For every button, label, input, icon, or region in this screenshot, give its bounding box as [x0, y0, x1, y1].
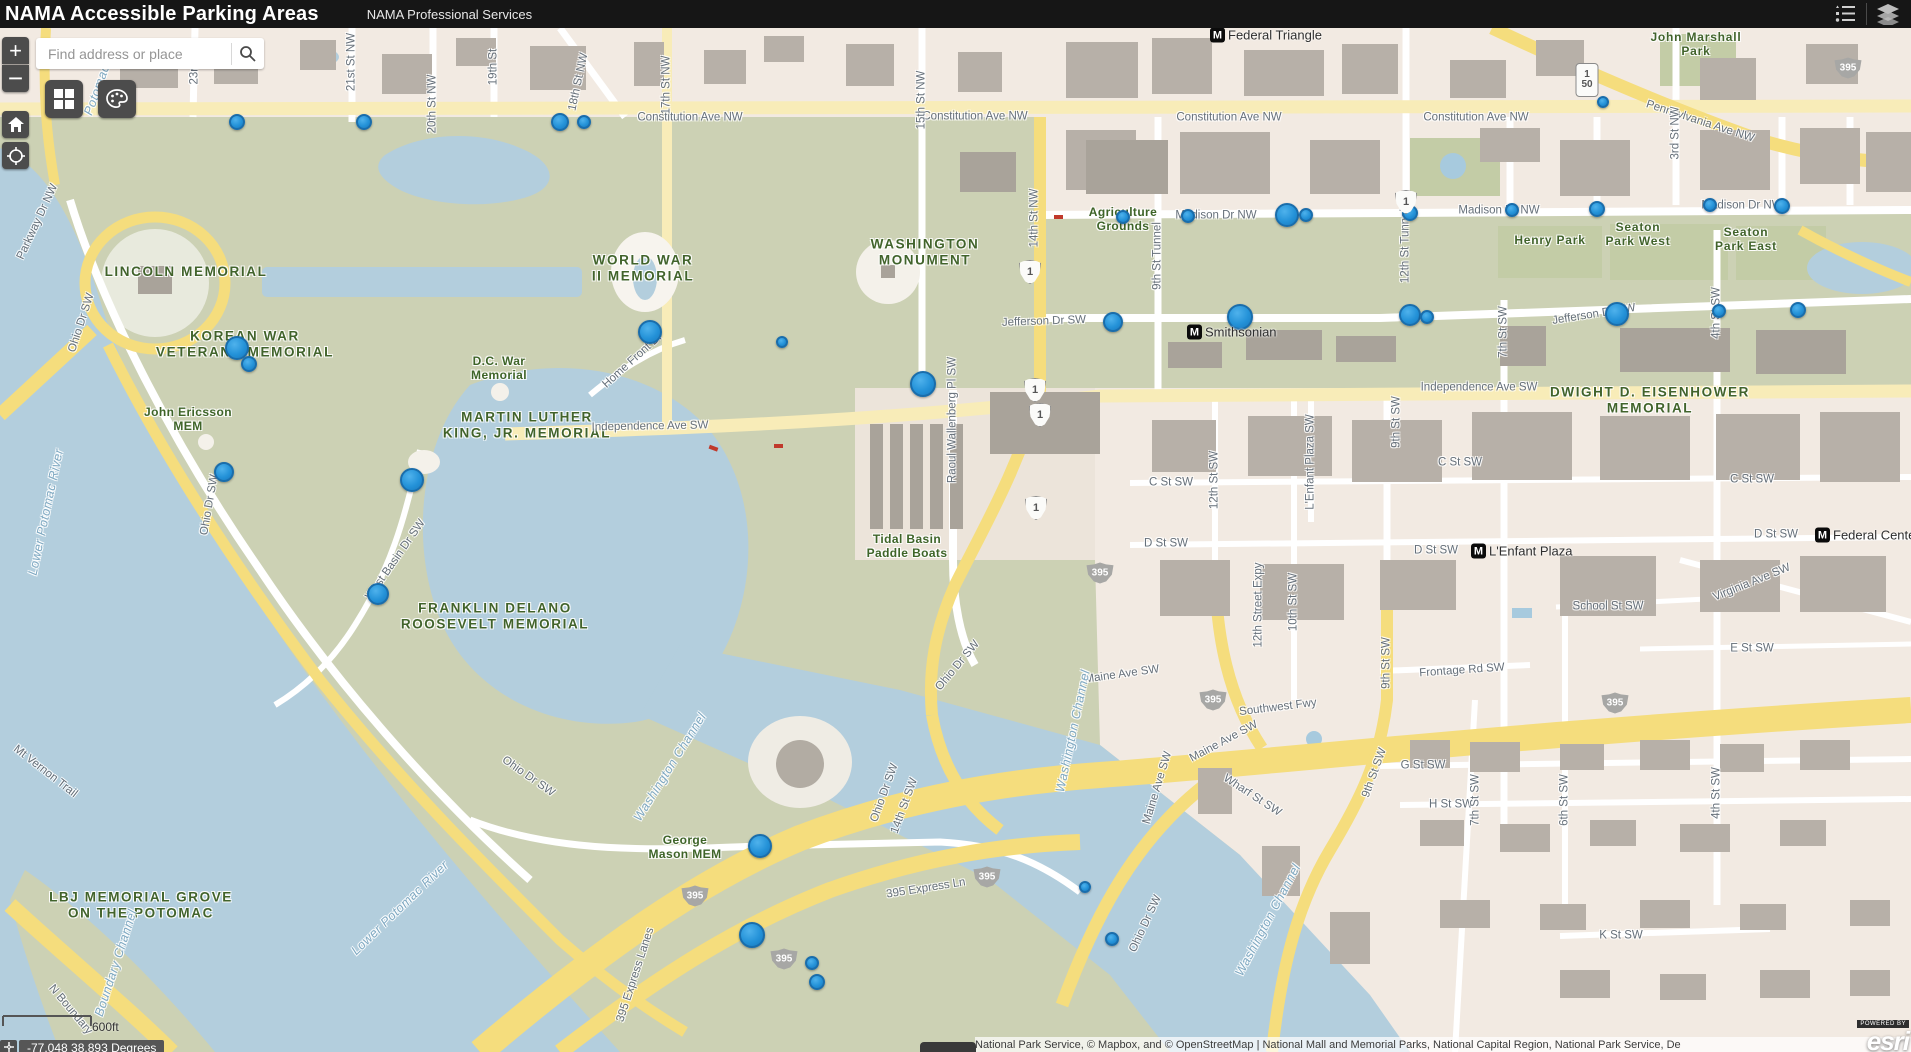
legend-icon	[1834, 4, 1856, 24]
search-box	[36, 38, 264, 69]
coordinates-readout: -77.048 38.893 Degrees	[19, 1040, 164, 1052]
palette-icon	[106, 89, 128, 109]
metro-station[interactable]: MFederal Center	[1815, 528, 1911, 543]
attribution-bar: National Park Service, © Mapbox, and © O…	[975, 1037, 1911, 1052]
parking-marker[interactable]	[776, 336, 788, 348]
parking-marker[interactable]	[214, 462, 234, 482]
collapsed-widget[interactable]	[920, 1042, 976, 1052]
metro-icon: M	[1471, 544, 1486, 559]
legend-button[interactable]	[1830, 2, 1860, 26]
parking-marker[interactable]	[1275, 203, 1299, 227]
search-input[interactable]	[46, 45, 231, 63]
parking-marker[interactable]	[748, 834, 772, 858]
map-style-button[interactable]	[98, 80, 136, 118]
map-canvas[interactable]	[0, 0, 1911, 1052]
home-button[interactable]	[2, 111, 29, 138]
parking-marker[interactable]	[638, 320, 662, 344]
metro-station-label: L'Enfant Plaza	[1489, 544, 1572, 559]
parking-marker[interactable]	[910, 371, 936, 397]
parking-marker[interactable]	[1299, 208, 1313, 222]
parking-marker[interactable]	[1774, 198, 1790, 214]
parking-marker[interactable]	[1712, 304, 1726, 318]
parking-marker[interactable]	[1079, 881, 1091, 893]
parking-marker[interactable]	[356, 114, 372, 130]
parking-marker[interactable]	[1181, 209, 1195, 223]
metro-station-label: Federal Center	[1833, 528, 1911, 543]
esri-logo: POWERED BY esri	[1857, 1012, 1909, 1052]
header-icons	[1830, 0, 1903, 28]
page-subtitle: NAMA Professional Services	[367, 7, 532, 22]
parking-marker[interactable]	[1589, 201, 1605, 217]
parking-marker[interactable]	[577, 115, 591, 129]
parking-marker[interactable]	[739, 922, 765, 948]
home-icon	[8, 117, 24, 132]
page-title: NAMA Accessible Parking Areas	[5, 3, 319, 26]
coordinate-widget: -77.048 38.893 Degrees	[0, 1040, 164, 1052]
search-button[interactable]	[232, 38, 264, 69]
parking-marker[interactable]	[1116, 210, 1130, 224]
esri-brand-text: esri	[1857, 1030, 1909, 1052]
parking-marker[interactable]	[809, 974, 825, 990]
parking-marker[interactable]	[229, 114, 245, 130]
crosshair-icon[interactable]	[0, 1040, 17, 1052]
metro-icon: M	[1187, 325, 1202, 340]
metro-station[interactable]: MFederal Triangle	[1210, 28, 1322, 43]
parking-marker[interactable]	[1420, 310, 1434, 324]
parking-marker[interactable]	[1399, 304, 1421, 326]
map-application: LINCOLN MEMORIALKOREAN WAR VETERANS MEMO…	[0, 0, 1911, 1052]
parking-marker[interactable]	[1402, 205, 1418, 221]
zoom-out-button[interactable]: −	[2, 65, 29, 92]
metro-station[interactable]: MSmithsonian	[1187, 325, 1277, 340]
parking-marker[interactable]	[805, 956, 819, 970]
parking-marker[interactable]	[241, 356, 257, 372]
metro-icon: M	[1210, 28, 1225, 43]
parking-marker[interactable]	[1790, 302, 1806, 318]
basemap-gallery-button[interactable]	[45, 80, 83, 118]
parking-marker[interactable]	[1103, 312, 1123, 332]
parking-marker[interactable]	[1505, 203, 1519, 217]
parking-marker[interactable]	[1597, 96, 1609, 108]
parking-marker[interactable]	[367, 583, 389, 605]
metro-station-label: Federal Triangle	[1228, 28, 1322, 43]
metro-station-label: Smithsonian	[1205, 325, 1277, 340]
layers-button[interactable]	[1873, 2, 1903, 26]
parking-marker[interactable]	[1105, 932, 1119, 946]
parking-marker[interactable]	[1605, 302, 1629, 326]
parking-marker[interactable]	[551, 113, 569, 131]
scale-label: 600ft	[92, 1020, 119, 1034]
parking-marker[interactable]	[1703, 198, 1717, 212]
parking-marker[interactable]	[400, 468, 424, 492]
header-divider	[1866, 3, 1867, 25]
basemap-grid-icon	[54, 89, 74, 109]
metro-station[interactable]: ML'Enfant Plaza	[1471, 544, 1572, 559]
scale-bar	[2, 1014, 98, 1028]
layers-icon	[1876, 3, 1900, 25]
search-icon	[239, 45, 256, 62]
locate-button[interactable]	[2, 142, 29, 169]
metro-icon: M	[1815, 528, 1830, 543]
app-header: NAMA Accessible Parking Areas NAMA Profe…	[0, 0, 1911, 28]
locate-icon	[7, 147, 25, 165]
zoom-in-button[interactable]: +	[2, 37, 29, 64]
